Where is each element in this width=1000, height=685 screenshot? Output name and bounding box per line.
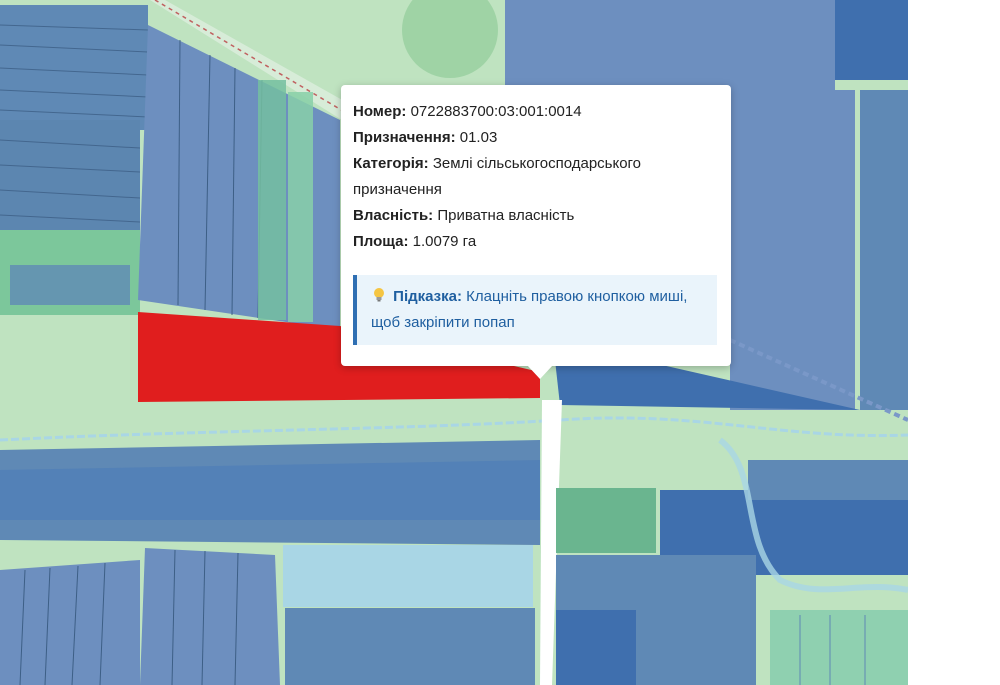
hint-label: Підказка: <box>393 288 462 305</box>
parcel[interactable] <box>285 608 535 685</box>
parcel[interactable] <box>10 265 130 305</box>
number-row: Номер: 0722883700:03:001:0014 <box>353 99 719 125</box>
parcel[interactable] <box>730 90 855 410</box>
parcel[interactable] <box>835 0 908 80</box>
parcel[interactable] <box>556 610 636 685</box>
parcel[interactable] <box>748 460 908 500</box>
area-value: 1.0079 га <box>412 233 477 250</box>
parcel[interactable] <box>0 120 140 240</box>
parcel[interactable] <box>770 610 908 685</box>
parcel-info-popup[interactable]: Номер: 0722883700:03:001:0014 Призначенн… <box>341 85 731 366</box>
parcel[interactable] <box>505 0 835 90</box>
number-label: Номер: <box>353 103 407 120</box>
parcel[interactable] <box>283 545 533 607</box>
purpose-value: 01.03 <box>459 129 498 146</box>
ownership-row: Власність: Приватна власність <box>353 203 719 229</box>
ownership-label: Власність: <box>353 207 434 224</box>
area-label: Площа: <box>353 233 409 250</box>
blank-margin <box>908 0 1000 685</box>
area-row: Площа: 1.0079 га <box>353 229 719 255</box>
parcel[interactable] <box>860 90 908 410</box>
purpose-row: Призначення: 01.03 <box>353 125 719 151</box>
parcel[interactable] <box>140 548 280 685</box>
ownership-value: Приватна власність <box>437 207 575 224</box>
parcel[interactable] <box>556 488 656 553</box>
purpose-label: Призначення: <box>353 129 456 146</box>
category-row: Категорія: Землі сільськогосподарського … <box>353 151 719 203</box>
parcel[interactable] <box>258 80 286 320</box>
parcel[interactable] <box>288 92 313 322</box>
category-label: Категорія: <box>353 155 429 172</box>
number-value: 0722883700:03:001:0014 <box>410 103 582 120</box>
lightbulb-icon <box>371 286 387 302</box>
hint-box: Підказка: Клацніть правою кнопкою миші, … <box>353 275 717 345</box>
popup-tip <box>527 365 553 379</box>
